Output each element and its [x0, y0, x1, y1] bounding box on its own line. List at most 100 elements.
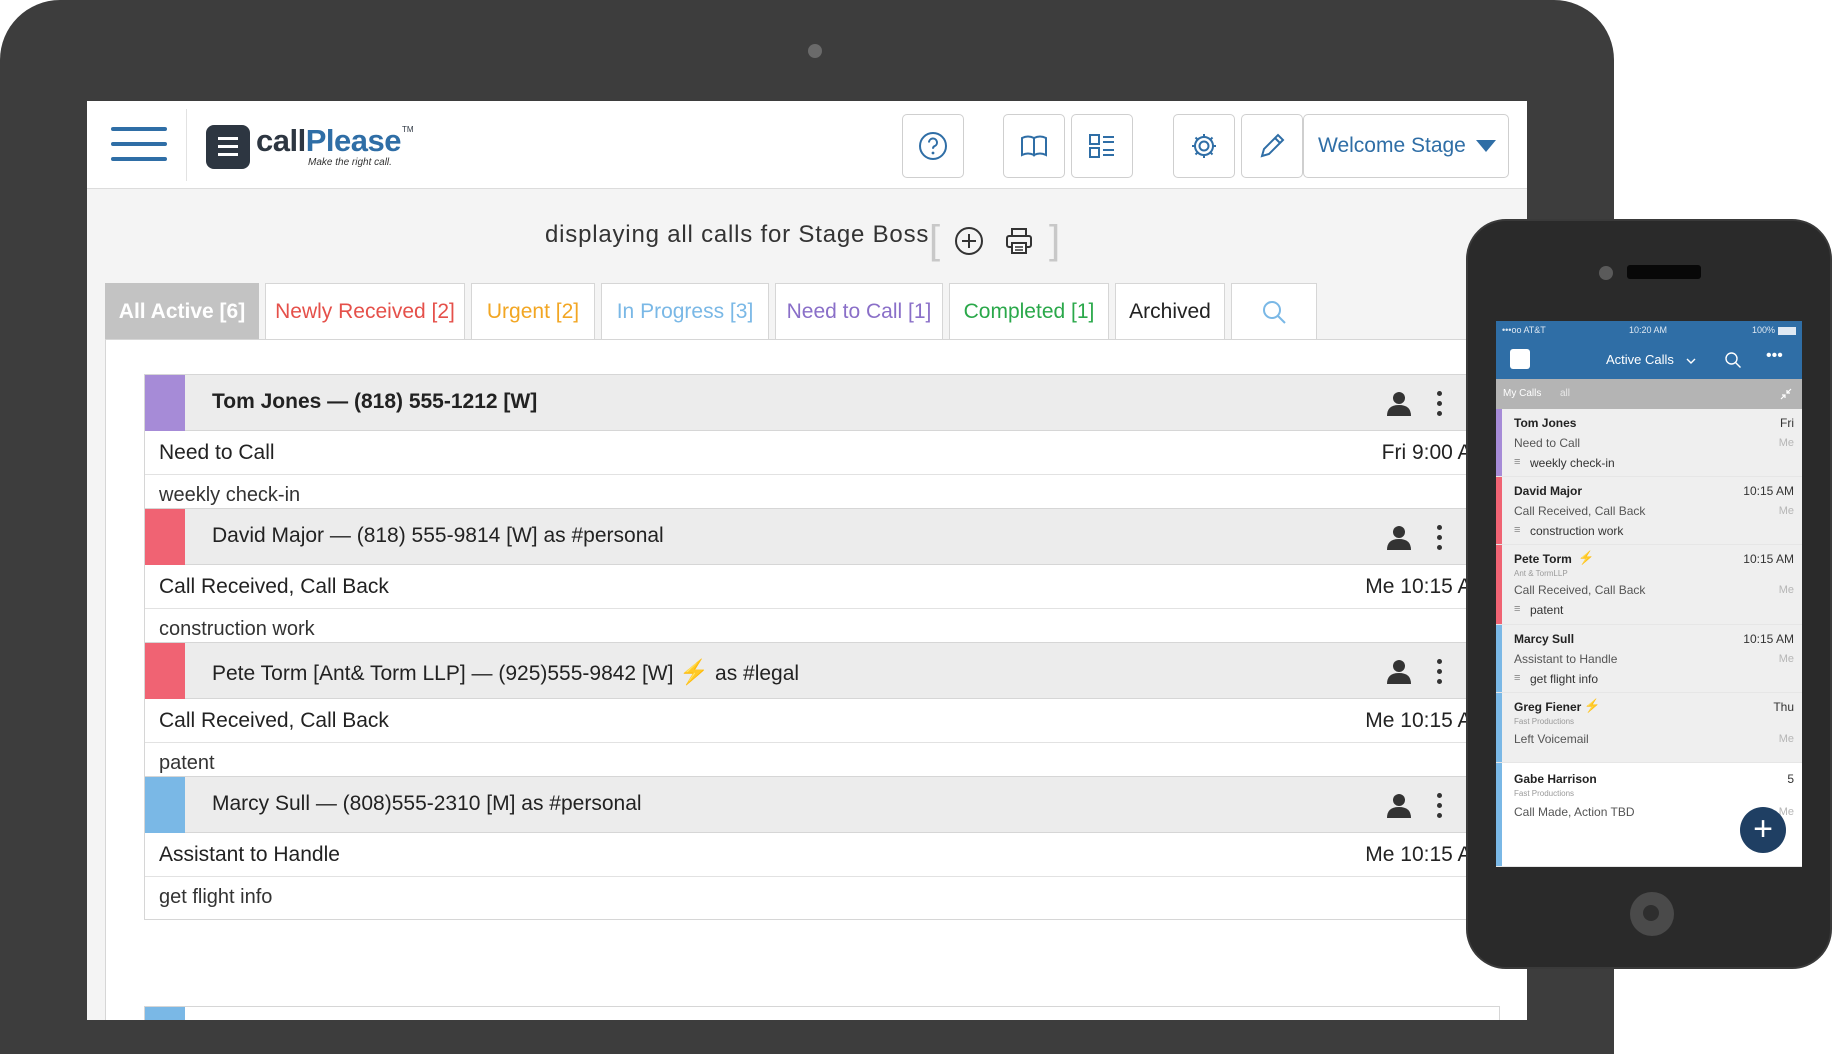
assignee-label: Me	[1778, 733, 1794, 745]
assignee-label: Me	[1778, 653, 1794, 665]
tab-completed[interactable]: Completed [1]	[949, 283, 1109, 339]
tab-in-progress[interactable]: In Progress [3]	[601, 283, 769, 339]
call-status-row: Call Received, Call Back Me 10:15 AM	[145, 699, 1501, 743]
mobile-logo-icon[interactable]	[1510, 349, 1530, 369]
bracket-left: [	[929, 218, 941, 262]
call-status: Need to Call	[159, 441, 275, 464]
book-button[interactable]	[1003, 114, 1065, 178]
welcome-user-dropdown[interactable]: Welcome Stage	[1303, 114, 1509, 178]
header-divider	[186, 109, 187, 181]
assignee-label: Me	[1778, 505, 1794, 517]
person-icon[interactable]	[1385, 657, 1413, 685]
printer-icon[interactable]	[1003, 225, 1035, 257]
mobile-call-item[interactable]: Tom Jones Fri Need to Call Me weekly che…	[1496, 409, 1802, 477]
gear-icon	[1192, 134, 1216, 158]
list-layout-icon	[1089, 134, 1114, 158]
call-card[interactable]: Marcy Sull — (808)555-2310 [M] as #perso…	[144, 776, 1501, 920]
assignee-label: Me	[1778, 584, 1794, 596]
call-time: Fri	[1780, 416, 1794, 430]
call-status-row: Call Received, Call Back Me 10:15 AM	[145, 565, 1501, 609]
mobile-call-item[interactable]: Greg Fiener ⚡ Thu Fast Productions Left …	[1496, 693, 1802, 763]
call-title-main: Pete Torm [Ant& Torm LLP] — (925)555-984…	[212, 662, 674, 685]
more-options-icon[interactable]	[1429, 655, 1449, 687]
settings-button[interactable]	[1173, 114, 1235, 178]
carrier-label: •••oo AT&T	[1502, 325, 1546, 335]
search-icon[interactable]	[1724, 351, 1742, 369]
call-card[interactable]: Tom Jones — (818) 555-1212 [W] Need to C…	[144, 374, 1501, 518]
phone-device-frame: •••oo AT&T 10:20 AM 100% Active Calls ••…	[1466, 219, 1832, 969]
bracket-right: ]	[1049, 218, 1061, 262]
note-icon: ≡	[1514, 672, 1521, 684]
edit-button[interactable]	[1241, 114, 1303, 178]
status-color-bar	[1496, 693, 1502, 762]
status-color-bar	[1496, 409, 1502, 476]
call-status: Assistant to Handle	[159, 843, 340, 866]
tab-all-calls[interactable]: all	[1560, 388, 1570, 399]
note-icon: ≡	[1514, 524, 1521, 536]
call-title: Tom Jones — (818) 555-1212 [W]	[212, 390, 538, 413]
status-color-swatch	[145, 1007, 185, 1020]
tab-newly-received[interactable]: Newly Received [2]	[265, 283, 465, 339]
caller-name: Gabe Harrison	[1514, 772, 1597, 786]
tab-my-calls[interactable]: My Calls	[1503, 388, 1541, 399]
caller-name: Pete Torm	[1514, 552, 1572, 566]
tab-archived[interactable]: Archived	[1115, 283, 1225, 339]
person-icon[interactable]	[1385, 389, 1413, 417]
help-circle-icon	[919, 132, 947, 160]
mobile-call-item[interactable]: David Major 10:15 AM Call Received, Call…	[1496, 477, 1802, 545]
more-options-icon[interactable]	[1429, 789, 1449, 821]
call-status: Need to Call	[1514, 436, 1581, 450]
caller-name: David Major	[1514, 484, 1583, 498]
more-options-icon[interactable]: •••	[1766, 347, 1783, 365]
mobile-nav-bar: Active Calls •••	[1496, 341, 1802, 379]
tab-need-to-call[interactable]: Need to Call [1]	[775, 283, 943, 339]
caller-name: Marcy Sull	[1514, 632, 1575, 646]
call-title: Marcy Sull — (808)555-2310 [M] as #perso…	[212, 792, 642, 815]
more-options-icon[interactable]	[1429, 387, 1449, 419]
phone-home-button[interactable]	[1630, 892, 1674, 936]
web-app-screen: callPlease TM Make the right call. Welco…	[87, 101, 1527, 1020]
status-clock: 10:20 AM	[1629, 325, 1668, 335]
mobile-call-item[interactable]: Marcy Sull 10:15 AM Assistant to Handle …	[1496, 625, 1802, 693]
call-card-partial[interactable]	[144, 1006, 1500, 1020]
layout-button[interactable]	[1071, 114, 1133, 178]
person-icon[interactable]	[1385, 523, 1413, 551]
chevron-down-icon	[1686, 358, 1696, 364]
tab-all-active[interactable]: All Active [6]	[105, 283, 259, 339]
status-color-bar	[1496, 477, 1502, 544]
call-status-row: Need to Call Fri 9:00 AM	[145, 431, 1501, 475]
status-color-swatch	[145, 509, 185, 565]
add-call-button[interactable]: +	[1740, 807, 1786, 853]
callplease-logo[interactable]: callPlease TM Make the right call.	[206, 121, 416, 171]
call-status: Left Voicemail	[1514, 732, 1589, 746]
tablet-device-frame: callPlease TM Make the right call. Welco…	[0, 0, 1614, 1054]
battery-label: 100%	[1752, 325, 1776, 335]
call-time: 5	[1787, 772, 1794, 786]
status-color-swatch	[145, 777, 185, 833]
tab-urgent[interactable]: Urgent [2]	[471, 283, 595, 339]
mobile-nav-title[interactable]: Active Calls	[1606, 352, 1674, 367]
help-button[interactable]	[902, 114, 964, 178]
tab-search[interactable]	[1231, 283, 1317, 339]
battery-icon	[1778, 327, 1796, 335]
more-options-icon[interactable]	[1429, 521, 1449, 553]
call-card-header: Tom Jones — (818) 555-1212 [W]	[145, 375, 1501, 431]
hamburger-menu-icon[interactable]	[111, 127, 167, 161]
call-card[interactable]: David Major — (818) 555-9814 [W] as #per…	[144, 508, 1501, 652]
person-icon[interactable]	[1385, 791, 1413, 819]
logo-trademark: TM	[402, 125, 414, 134]
call-card[interactable]: Pete Torm [Ant& Torm LLP] — (925)555-984…	[144, 642, 1501, 786]
plus-circle-icon[interactable]	[953, 225, 985, 257]
call-status: Call Received, Call Back	[1514, 583, 1646, 597]
status-color-bar	[1496, 763, 1502, 866]
logo-wordmark: callPlease	[256, 123, 401, 158]
call-status: Call Received, Call Back	[1514, 504, 1646, 518]
caller-name: Tom Jones	[1514, 416, 1577, 430]
assignee-label: Me	[1778, 437, 1794, 449]
welcome-label: Welcome Stage	[1318, 134, 1466, 157]
mobile-call-item[interactable]: Pete Torm ⚡ 10:15 AM Ant & TormLLP Call …	[1496, 545, 1802, 625]
caret-down-icon	[1476, 140, 1496, 152]
tablet-camera	[808, 44, 822, 58]
phone-speaker	[1627, 265, 1701, 279]
collapse-icon[interactable]	[1780, 388, 1792, 400]
